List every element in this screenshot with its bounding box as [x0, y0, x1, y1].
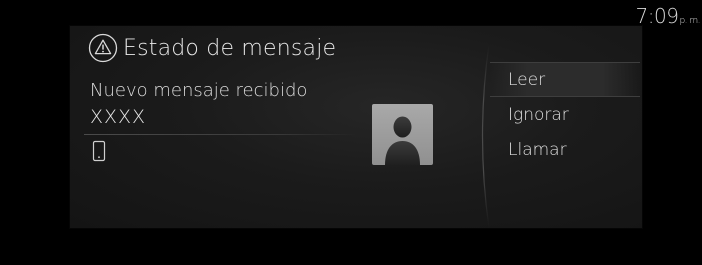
dialog-header: Estado de mensaje — [88, 28, 336, 68]
menu-item-label: Ignorar — [508, 104, 569, 125]
status-clock: 7:09p. m. — [635, 4, 701, 28]
menu-item-label: Leer — [508, 69, 546, 90]
mobile-phone-icon — [92, 140, 106, 162]
clock-ampm: p. m. — [679, 16, 700, 26]
contact-avatar — [372, 104, 433, 165]
message-received-label: Nuevo mensaje recibido — [90, 80, 308, 101]
menu-item-read[interactable]: Leer — [490, 62, 640, 97]
warning-triangle-icon — [88, 33, 118, 63]
sender-name: XXXX — [90, 106, 147, 128]
divider — [84, 134, 358, 135]
message-status-dialog: Estado de mensaje Nuevo mensaje recibido… — [70, 26, 642, 228]
clock-time: 7:09 — [635, 4, 679, 28]
menu-item-call[interactable]: Llamar — [490, 132, 640, 167]
menu-item-label: Llamar — [508, 139, 567, 160]
dialog-title: Estado de mensaje — [123, 35, 337, 61]
infotainment-screen: 7:09p. m. Estado de mensaje Nuevo mensaj… — [0, 0, 702, 265]
contact-silhouette-icon — [385, 116, 420, 165]
action-menu: Leer Ignorar Llamar — [490, 62, 640, 167]
menu-item-ignore[interactable]: Ignorar — [490, 97, 640, 132]
menu-separator-arc — [481, 44, 490, 228]
